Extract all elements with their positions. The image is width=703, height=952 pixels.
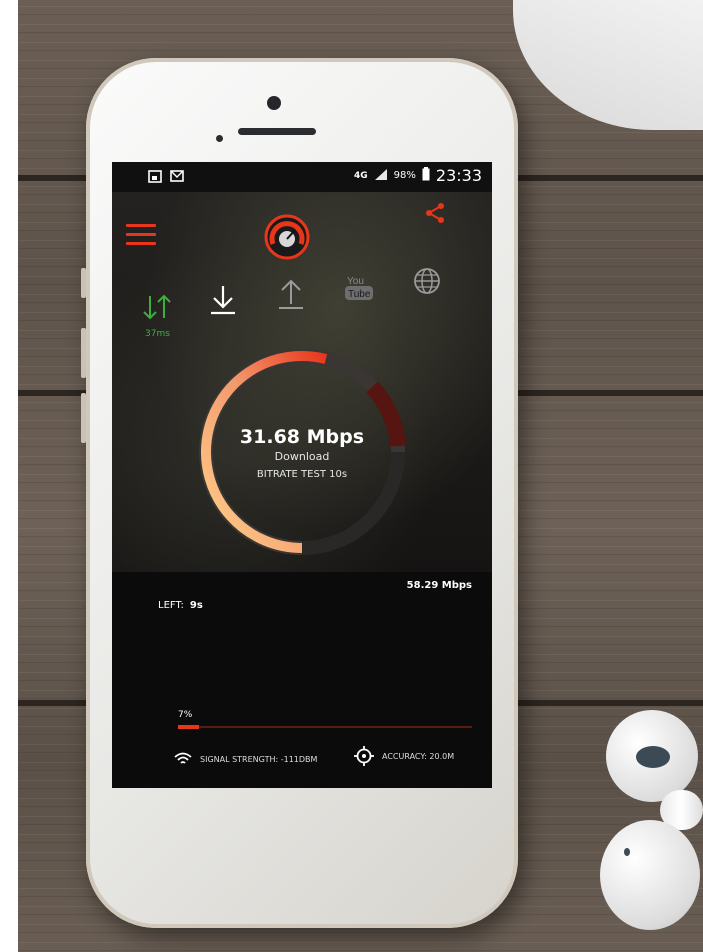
volume-up-button [81,328,86,378]
proximity-sensor [216,135,223,142]
accuracy-text: ACCURACY: 20.0M [382,751,455,761]
test-mode-label: Download [274,450,330,463]
time-left-label: LEFT: [158,600,184,611]
youtube-icon: You Tube [345,276,373,300]
wifi-icon [174,752,192,764]
location-accuracy: ACCURACY: 20.0M [354,746,454,766]
ping-value: 37ms [145,329,170,339]
signal-strength: SIGNAL STRENGTH: -111DBM [174,752,317,766]
tab-download[interactable] [208,284,248,324]
tab-upload[interactable] [276,278,316,318]
test-name-label: BITRATE TEST 10s [256,469,348,480]
speedometer-logo-icon [264,214,310,260]
clock: 23:33 [435,166,482,185]
network-type: 4G [354,170,368,181]
share-icon[interactable] [424,202,446,224]
signal-bars-icon [374,168,388,184]
earbud [606,710,698,802]
front-camera [267,96,281,110]
svg-text:You: You [347,276,364,287]
time-left: LEFT: 9s [158,600,203,611]
battery-icon [422,167,430,184]
max-speed-label: 58.29 Mbps [406,580,472,591]
tab-ping[interactable] [142,292,182,332]
hamburger-menu-icon[interactable] [126,224,156,246]
progress-bar [178,725,472,729]
current-speed: 31.68 Mbps [239,426,365,448]
tab-browsing[interactable] [412,266,452,306]
time-left-value: 9s [189,600,203,611]
crosshair-icon [354,746,374,766]
tab-youtube[interactable]: You Tube [344,272,384,312]
earbud [600,820,700,930]
status-bar: 4G 98% 23:33 [112,162,492,192]
globe-icon [414,268,440,294]
battery-percent: 98% [393,170,416,181]
upload-icon [279,279,303,309]
mail-notification-icon [170,170,184,186]
info-footer: SIGNAL STRENGTH: -111DBM ACCURACY: 20.0M [112,732,492,788]
signal-strength-text: SIGNAL STRENGTH: -111DBM [200,754,318,764]
ping-arrows-icon [143,294,171,320]
progress-fill [178,725,199,729]
earpiece-speaker [238,128,316,135]
screenshot-notification-icon [148,170,162,186]
progress-percent: 7% [178,710,193,720]
volume-down-button [81,393,86,443]
download-icon [211,286,235,315]
mute-switch [81,268,86,298]
app-screen: 4G 98% 23:33 37ms You Tube 31.68 Mbps Do… [112,162,492,788]
svg-text:Tube: Tube [348,289,371,300]
